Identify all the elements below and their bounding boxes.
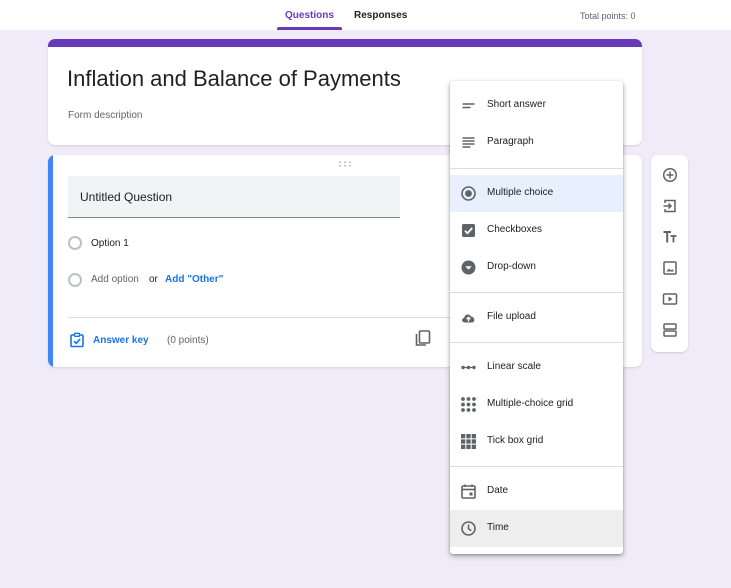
import-questions-icon[interactable]: [662, 198, 678, 214]
question-points: (0 points): [167, 335, 209, 346]
add-option-radio-icon: [68, 273, 82, 287]
menu-item-label: Drop-down: [487, 261, 536, 272]
menu-divider: [450, 342, 623, 343]
menu-item-paragraph[interactable]: Paragraph: [450, 124, 623, 161]
answer-key-icon[interactable]: [69, 332, 85, 348]
top-bar: Questions Responses Total points: 0: [0, 0, 731, 30]
menu-item-label: Paragraph: [487, 136, 534, 147]
menu-divider: [450, 466, 623, 467]
menu-item-label: Multiple-choice grid: [487, 398, 574, 409]
add-title-description-icon[interactable]: [662, 229, 678, 245]
total-points: Total points: 0: [580, 11, 636, 21]
menu-item-checkboxes[interactable]: Checkboxes: [450, 212, 623, 249]
option-1-radio-icon: [68, 236, 82, 250]
question-footer-divider: [68, 317, 476, 318]
menu-item-file-upload[interactable]: File upload: [450, 299, 623, 336]
menu-item-label: Checkboxes: [487, 224, 543, 235]
menu-item-tick-box-grid[interactable]: Tick box grid: [450, 423, 623, 460]
paragraph-icon: [460, 134, 477, 151]
tab-responses[interactable]: Responses: [354, 10, 407, 21]
question-type-menu: Short answer Paragraph Multiple choice C…: [450, 81, 623, 554]
add-option-input[interactable]: Add option: [91, 274, 139, 285]
form-description-field[interactable]: Form description: [68, 110, 142, 121]
menu-item-linear-scale[interactable]: Linear scale: [450, 349, 623, 386]
add-question-icon[interactable]: [662, 167, 678, 183]
add-other-link[interactable]: Add "Other": [165, 274, 223, 285]
menu-item-label: Date: [487, 485, 509, 496]
radio-button-icon: [460, 185, 477, 202]
calendar-icon: [460, 483, 477, 500]
menu-item-multiple-choice[interactable]: Multiple choice: [450, 175, 623, 212]
add-video-icon[interactable]: [662, 291, 678, 307]
menu-item-label: Linear scale: [487, 361, 541, 372]
linear-scale-icon: [460, 359, 477, 376]
answer-key-button[interactable]: Answer key: [93, 335, 149, 346]
short-answer-icon: [460, 97, 477, 114]
title-card-accent-band: [48, 39, 642, 47]
cloud-upload-icon: [460, 309, 477, 326]
question-card-focus-bar: [48, 155, 53, 367]
menu-item-label: Time: [487, 522, 509, 533]
menu-item-time[interactable]: Time: [450, 510, 623, 547]
menu-item-label: Tick box grid: [487, 435, 544, 446]
clock-icon: [460, 520, 477, 537]
menu-item-multiple-choice-grid[interactable]: Multiple-choice grid: [450, 386, 623, 423]
checkbox-icon: [460, 222, 477, 239]
duplicate-icon[interactable]: [414, 329, 432, 347]
menu-item-date[interactable]: Date: [450, 473, 623, 510]
menu-item-label: Multiple choice: [487, 187, 554, 198]
option-1-label[interactable]: Option 1: [91, 238, 129, 249]
add-image-icon[interactable]: [662, 260, 678, 276]
menu-item-drop-down[interactable]: Drop-down: [450, 249, 623, 286]
question-title-input[interactable]: Untitled Question: [68, 176, 400, 218]
dropdown-icon: [460, 259, 477, 276]
menu-divider: [450, 168, 623, 169]
add-section-icon[interactable]: [662, 322, 678, 338]
grid-dots-icon: [460, 396, 477, 413]
question-title-text: Untitled Question: [80, 190, 173, 204]
menu-divider: [450, 292, 623, 293]
grid-squares-icon: [460, 433, 477, 450]
tab-questions[interactable]: Questions: [285, 10, 334, 21]
drag-handle-icon[interactable]: [338, 161, 352, 167]
menu-item-label: File upload: [487, 311, 536, 322]
menu-item-short-answer[interactable]: Short answer: [450, 87, 623, 124]
active-tab-indicator: [277, 27, 342, 30]
form-title[interactable]: Inflation and Balance of Payments: [67, 66, 401, 92]
floating-toolbar: [651, 155, 688, 352]
or-label: or: [149, 274, 158, 285]
menu-item-label: Short answer: [487, 99, 546, 110]
